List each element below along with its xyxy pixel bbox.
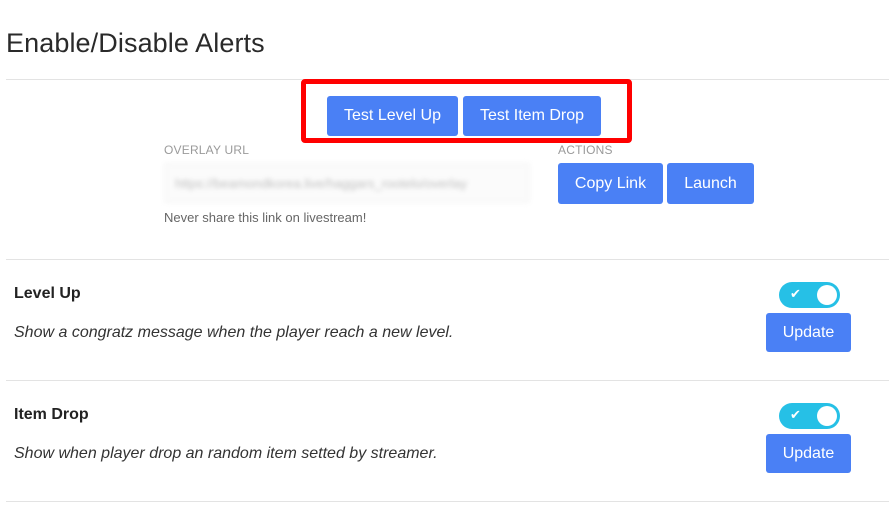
alert-divider xyxy=(6,380,889,381)
alerts-page: Enable/Disable Alerts Test Level Up Test… xyxy=(0,0,889,508)
launch-button[interactable]: Launch xyxy=(667,163,754,204)
page-title: Enable/Disable Alerts xyxy=(6,28,265,58)
item-drop-update-button[interactable]: Update xyxy=(766,434,851,473)
overlay-url-label: OVERLAY URL xyxy=(164,143,250,157)
overlay-url-field[interactable] xyxy=(164,163,530,203)
section-divider xyxy=(6,259,889,260)
alert-description: Show a congratz message when the player … xyxy=(14,324,454,341)
level-up-update-button[interactable]: Update xyxy=(766,313,851,352)
test-level-up-button[interactable]: Test Level Up xyxy=(327,96,458,136)
check-icon: ✔ xyxy=(790,407,801,422)
toggle-knob xyxy=(817,406,837,426)
toggle-knob xyxy=(817,285,837,305)
level-up-toggle[interactable]: ✔ xyxy=(779,282,840,308)
alert-title: Level Up xyxy=(14,285,81,302)
copy-link-button[interactable]: Copy Link xyxy=(558,163,663,204)
actions-label: ACTIONS xyxy=(558,143,613,157)
bottom-divider xyxy=(6,501,889,502)
alert-description: Show when player drop an random item set… xyxy=(14,445,438,462)
item-drop-toggle[interactable]: ✔ xyxy=(779,403,840,429)
check-icon: ✔ xyxy=(790,286,801,301)
test-item-drop-button[interactable]: Test Item Drop xyxy=(463,96,601,136)
overlay-url-hint: Never share this link on livestream! xyxy=(164,210,367,225)
alert-title: Item Drop xyxy=(14,406,89,423)
